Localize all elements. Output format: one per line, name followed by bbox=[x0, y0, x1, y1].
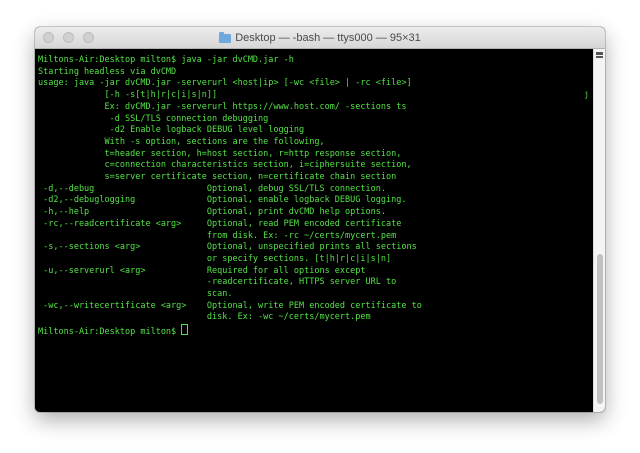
terminal-right-mark: j bbox=[584, 90, 589, 99]
terminal-line: disk. Ex: -wc ~/certs/mycert.pem bbox=[206, 312, 371, 323]
terminal-line: -u,--serverurl <arg> Required for all op… bbox=[43, 265, 366, 276]
text-cursor bbox=[181, 324, 189, 336]
terminal-line: -s,--sections <arg> Optional, unspecifie… bbox=[43, 242, 417, 253]
terminal-line: from disk. Ex: -rc ~/certs/mycert.pem bbox=[206, 230, 397, 241]
terminal-prompt: Miltons-Air:Desktop milton$ bbox=[38, 327, 182, 338]
title-bar[interactable]: Desktop — -bash — ttys000 — 95×31 bbox=[35, 27, 605, 49]
terminal-line: or specify sections. [t|h|r|c|i|s|n] bbox=[206, 253, 392, 264]
folder-icon bbox=[219, 31, 232, 43]
terminal-window: Desktop — -bash — ttys000 — 95×31 Milton… bbox=[35, 27, 605, 412]
terminal-line: -d2,--debuglogging Optional, enable logb… bbox=[43, 195, 407, 206]
terminal-output[interactable]: Miltons-Air:Desktop milton$ java -jar dv… bbox=[35, 49, 593, 339]
terminal-line: Starting headless via dvCMD bbox=[38, 66, 177, 77]
terminal-line: -h,--help Optional, print dvCMD help opt… bbox=[43, 207, 386, 218]
terminal-line: With -s option, sections are the followi… bbox=[104, 136, 325, 147]
terminal-line: s=server certificate section, n=certific… bbox=[104, 172, 397, 183]
terminal-line: -readcertificate, HTTPS server URL to bbox=[206, 277, 397, 288]
terminal-line: -d2 Enable logback DEBUG level logging bbox=[109, 125, 305, 136]
menu-icon[interactable] bbox=[596, 52, 603, 58]
terminal-line: Miltons-Air:Desktop milton$ java -jar dv… bbox=[38, 55, 294, 65]
terminal-line: -d SSL/TLS connection debugging bbox=[109, 113, 269, 124]
terminal-line: -wc,--writecertificate <arg> Optional, w… bbox=[43, 300, 422, 311]
scrollbar-thumb[interactable] bbox=[597, 254, 603, 404]
terminal-line: c=connection characteristics section, i=… bbox=[104, 160, 412, 171]
terminal-line: usage: java -jar dvCMD.jar -serverurl <h… bbox=[38, 78, 412, 89]
vertical-scrollbar[interactable] bbox=[593, 49, 605, 412]
terminal-line: t=header section, h=host section, r=http… bbox=[104, 148, 402, 159]
window-title: Desktop — -bash — ttys000 — 95×31 bbox=[235, 32, 421, 44]
window-title-container: Desktop — -bash — ttys000 — 95×31 bbox=[35, 27, 605, 49]
terminal-line: scan. bbox=[206, 289, 233, 300]
terminal-content[interactable]: Miltons-Air:Desktop milton$ java -jar dv… bbox=[35, 49, 593, 412]
terminal-line: -d,--debug Optional, debug SSL/TLS conne… bbox=[43, 183, 386, 194]
terminal-line: -rc,--readcertificate <arg> Optional, re… bbox=[43, 218, 402, 229]
terminal-line: [-h -s[t|h|r|c|i|s|n]] bbox=[104, 90, 218, 101]
terminal-line: Ex: dvCMD.jar -serverurl https://www.hos… bbox=[104, 101, 407, 112]
